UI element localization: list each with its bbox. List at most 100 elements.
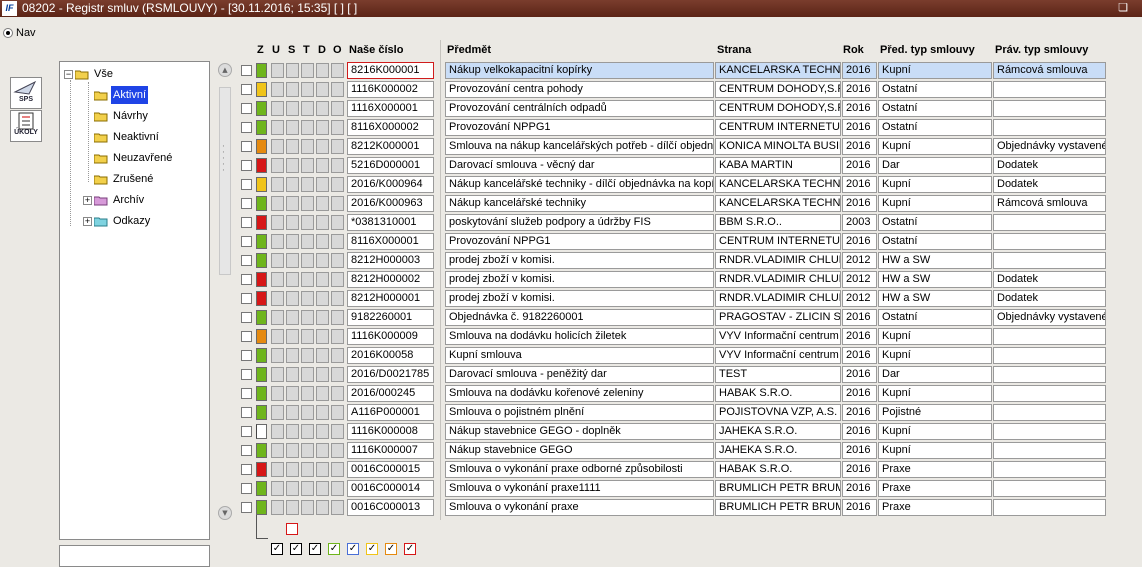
cell-predmet[interactable]: Provozování centra pohody: [445, 81, 714, 98]
flag-cell[interactable]: [301, 462, 314, 477]
flag-cell[interactable]: [331, 253, 344, 268]
legend-filter-checkbox[interactable]: ✓: [347, 543, 359, 555]
cell-nase-cislo[interactable]: 2016/K000963: [347, 195, 434, 212]
flag-cell[interactable]: [271, 291, 284, 306]
cell-pred-typ[interactable]: Ostatní: [878, 100, 992, 117]
flag-cell[interactable]: [271, 139, 284, 154]
cell-strana[interactable]: BBM S.R.O..: [715, 214, 841, 231]
row-checkbox[interactable]: [241, 331, 252, 342]
flag-cell[interactable]: [301, 196, 314, 211]
flag-cell[interactable]: [331, 291, 344, 306]
cell-prav-typ[interactable]: [993, 214, 1106, 231]
flag-cell[interactable]: [271, 215, 284, 230]
flag-cell[interactable]: [301, 348, 314, 363]
row-checkbox[interactable]: [241, 179, 252, 190]
cell-predmet[interactable]: Nákup kancelářské techniky - dílčí objed…: [445, 176, 714, 193]
row-checkbox[interactable]: [241, 160, 252, 171]
cell-predmet[interactable]: Nákup stavebnice GEGO: [445, 442, 714, 459]
cell-predmet[interactable]: Kupní smlouva: [445, 347, 714, 364]
cell-nase-cislo[interactable]: 8212K000001: [347, 138, 434, 155]
table-row[interactable]: 8216K000001 Nákup velkokapacitní kopírky K…: [0, 61, 1142, 80]
row-checkbox[interactable]: [241, 445, 252, 456]
cell-nase-cislo[interactable]: 5216D000001: [347, 157, 434, 174]
cell-predmet[interactable]: Nákup kancelářské techniky: [445, 195, 714, 212]
table-row[interactable]: 1116K000002 Provozování centra pohody CENT…: [0, 80, 1142, 99]
cell-pred-typ[interactable]: Ostatní: [878, 214, 992, 231]
cell-prav-typ[interactable]: [993, 347, 1106, 364]
flag-cell[interactable]: [331, 405, 344, 420]
cell-rok[interactable]: 2016: [842, 100, 877, 117]
table-row[interactable]: 1116K000008 Nákup stavebnice GEGO - dopln…: [0, 422, 1142, 441]
row-checkbox[interactable]: [241, 255, 252, 266]
flag-cell[interactable]: [316, 481, 329, 496]
flag-cell[interactable]: [271, 367, 284, 382]
cell-predmet[interactable]: Smlouva o vykonání praxe: [445, 499, 714, 516]
table-row[interactable]: 0016C000013 Smlouva o vykonání praxe BRUM…: [0, 498, 1142, 517]
cell-strana[interactable]: TEST: [715, 366, 841, 383]
flag-cell[interactable]: [331, 139, 344, 154]
flag-cell[interactable]: [301, 120, 314, 135]
flag-cell[interactable]: [316, 272, 329, 287]
flag-cell[interactable]: [271, 481, 284, 496]
flag-cell[interactable]: [331, 158, 344, 173]
cell-prav-typ[interactable]: [993, 423, 1106, 440]
cell-pred-typ[interactable]: Kupní: [878, 195, 992, 212]
cell-prav-typ[interactable]: Rámcová smlouva: [993, 195, 1106, 212]
flag-cell[interactable]: [271, 272, 284, 287]
cell-pred-typ[interactable]: Kupní: [878, 138, 992, 155]
row-checkbox[interactable]: [241, 293, 252, 304]
legend-filter-checkbox[interactable]: ✓: [328, 543, 340, 555]
cell-prav-typ[interactable]: [993, 385, 1106, 402]
cell-predmet[interactable]: Smlouva na dodávku kořenové zeleniny: [445, 385, 714, 402]
flag-cell[interactable]: [331, 177, 344, 192]
flag-cell[interactable]: [286, 139, 299, 154]
flag-cell[interactable]: [301, 253, 314, 268]
cell-predmet[interactable]: prodej zboží v komisi.: [445, 290, 714, 307]
cell-nase-cislo[interactable]: 8116X000002: [347, 119, 434, 136]
flag-cell[interactable]: [331, 196, 344, 211]
table-row[interactable]: 2016/K000963 Nákup kancelářské techniky KA…: [0, 194, 1142, 213]
cell-pred-typ[interactable]: Kupní: [878, 176, 992, 193]
flag-cell[interactable]: [331, 348, 344, 363]
legend-filter-checkbox[interactable]: ✓: [366, 543, 378, 555]
flag-cell[interactable]: [286, 82, 299, 97]
flag-cell[interactable]: [316, 329, 329, 344]
cell-predmet[interactable]: Smlouva o vykonání praxe odborné způsobi…: [445, 461, 714, 478]
flag-cell[interactable]: [331, 424, 344, 439]
flag-cell[interactable]: [286, 272, 299, 287]
restore-window-icon[interactable]: ❏: [1118, 0, 1128, 17]
flag-cell[interactable]: [271, 386, 284, 401]
cell-predmet[interactable]: Provozování centrálních odpadů: [445, 100, 714, 117]
cell-predmet[interactable]: Nákup velkokapacitní kopírky: [445, 62, 714, 79]
flag-cell[interactable]: [331, 82, 344, 97]
flag-cell[interactable]: [286, 443, 299, 458]
cell-predmet[interactable]: Darovací smlouva - peněžitý dar: [445, 366, 714, 383]
cell-pred-typ[interactable]: Ostatní: [878, 233, 992, 250]
flag-cell[interactable]: [301, 177, 314, 192]
cell-nase-cislo[interactable]: 8212H000001: [347, 290, 434, 307]
table-row[interactable]: *0381310001 poskytování služeb podpory a …: [0, 213, 1142, 232]
row-checkbox[interactable]: [241, 312, 252, 323]
flag-cell[interactable]: [286, 367, 299, 382]
row-checkbox[interactable]: [241, 217, 252, 228]
flag-cell[interactable]: [301, 405, 314, 420]
flag-cell[interactable]: [316, 367, 329, 382]
cell-nase-cislo[interactable]: 0016C000015: [347, 461, 434, 478]
cell-predmet[interactable]: Provozování NPPG1: [445, 233, 714, 250]
col-header-u[interactable]: U: [272, 44, 280, 56]
cell-strana[interactable]: RNDR.VLADIMIR CHLUP: [715, 271, 841, 288]
cell-rok[interactable]: 2016: [842, 480, 877, 497]
flag-cell[interactable]: [301, 367, 314, 382]
cell-nase-cislo[interactable]: 8216K000001: [347, 62, 434, 79]
cell-prav-typ[interactable]: [993, 404, 1106, 421]
flag-cell[interactable]: [316, 443, 329, 458]
cell-nase-cislo[interactable]: 2016K00058: [347, 347, 434, 364]
cell-rok[interactable]: 2016: [842, 385, 877, 402]
cell-strana[interactable]: HABAK S.R.O.: [715, 461, 841, 478]
table-row[interactable]: 2016/000245 Smlouva na dodávku kořenové z…: [0, 384, 1142, 403]
flag-cell[interactable]: [286, 196, 299, 211]
cell-pred-typ[interactable]: Ostatní: [878, 309, 992, 326]
cell-nase-cislo[interactable]: 1116K000002: [347, 81, 434, 98]
row-checkbox[interactable]: [241, 407, 252, 418]
cell-pred-typ[interactable]: Kupní: [878, 442, 992, 459]
